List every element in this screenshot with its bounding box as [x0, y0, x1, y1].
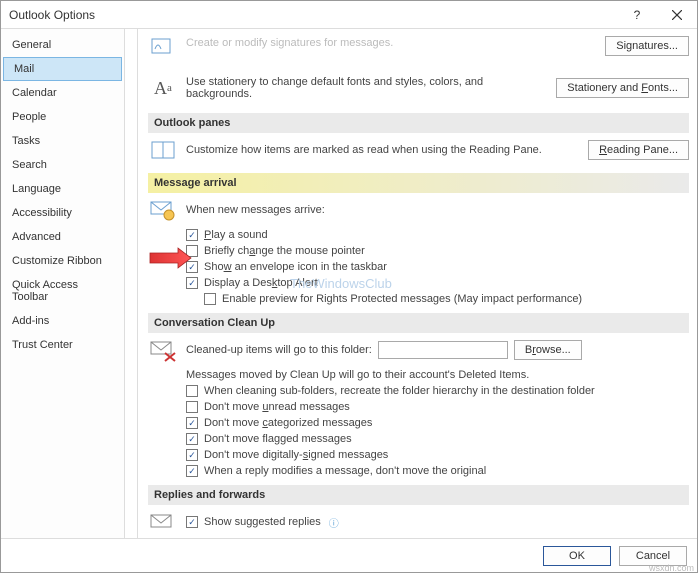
ok-button[interactable]: OK	[543, 546, 611, 566]
signatures-text: Create or modify signatures for messages…	[186, 37, 597, 49]
label-flagged: Don't move flagged messages	[204, 433, 352, 445]
watermark-corner: wsxdn.com	[649, 563, 694, 573]
checkbox-reply-modifies[interactable]	[186, 465, 198, 477]
message-arrival-header: Message arrival	[148, 173, 689, 193]
sidebar-item-general[interactable]: General	[1, 33, 124, 57]
label-suggested-replies: Show suggested replies	[204, 516, 321, 528]
checkbox-recreate-hierarchy[interactable]	[186, 385, 198, 397]
label-desktop-alert: Display a Desktop Alert	[204, 277, 318, 289]
conversation-cleanup-header: Conversation Clean Up	[148, 313, 689, 333]
reading-pane-icon	[148, 137, 178, 163]
sidebar-item-customize-ribbon[interactable]: Customize Ribbon	[1, 249, 124, 273]
titlebar: Outlook Options ?	[1, 1, 697, 29]
cleanup-note: Messages moved by Clean Up will go to th…	[148, 367, 689, 383]
reply-icon	[148, 509, 178, 535]
sidebar-item-language[interactable]: Language	[1, 177, 124, 201]
content-pane: Create or modify signatures for messages…	[125, 29, 697, 538]
label-play-sound: Play a sound	[204, 229, 268, 241]
sidebar-item-advanced[interactable]: Advanced	[1, 225, 124, 249]
label-envelope-taskbar: Show an envelope icon in the taskbar	[204, 261, 387, 273]
sidebar-item-trust-center[interactable]: Trust Center	[1, 333, 124, 357]
signatures-button[interactable]: Signatures...	[605, 36, 689, 56]
checkbox-flagged[interactable]	[186, 433, 198, 445]
cleanup-lead: Cleaned-up items will go to this folder:	[186, 344, 372, 356]
cleanup-folder-input[interactable]	[378, 341, 508, 359]
info-icon[interactable]: ⓘ	[329, 515, 339, 530]
help-button[interactable]: ?	[617, 1, 657, 29]
label-categorized: Don't move categorized messages	[204, 417, 372, 429]
checkbox-desktop-alert[interactable]	[186, 277, 198, 289]
sidebar: General Mail Calendar People Tasks Searc…	[1, 29, 125, 538]
checkbox-mouse-pointer[interactable]	[186, 245, 198, 257]
label-reply-modifies: When a reply modifies a message, don't m…	[204, 465, 486, 477]
checkbox-suggested-replies[interactable]	[186, 516, 198, 528]
sidebar-item-add-ins[interactable]: Add-ins	[1, 309, 124, 333]
sidebar-item-quick-access-toolbar[interactable]: Quick Access Toolbar	[1, 273, 124, 309]
checkbox-signed[interactable]	[186, 449, 198, 461]
checkbox-play-sound[interactable]	[186, 229, 198, 241]
cleanup-icon	[148, 337, 178, 363]
browse-button[interactable]: Browse...	[514, 340, 582, 360]
sidebar-item-search[interactable]: Search	[1, 153, 124, 177]
signature-icon	[148, 33, 178, 59]
dialog-footer: OK Cancel	[1, 538, 697, 572]
stationery-fonts-button[interactable]: Stationery and Fonts...	[556, 78, 689, 98]
label-unread: Don't move unread messages	[204, 401, 350, 413]
reading-pane-button[interactable]: Reading Pane...	[588, 140, 689, 160]
outlook-panes-header: Outlook panes	[148, 113, 689, 133]
sidebar-item-people[interactable]: People	[1, 105, 124, 129]
sidebar-item-accessibility[interactable]: Accessibility	[1, 201, 124, 225]
sidebar-item-mail[interactable]: Mail	[3, 57, 122, 81]
checkbox-unread[interactable]	[186, 401, 198, 413]
close-button[interactable]	[657, 1, 697, 29]
checkbox-categorized[interactable]	[186, 417, 198, 429]
stationery-text: Use stationery to change default fonts a…	[186, 76, 548, 100]
replies-forwards-header: Replies and forwards	[148, 485, 689, 505]
checkbox-envelope-taskbar[interactable]	[186, 261, 198, 273]
label-mouse-pointer: Briefly change the mouse pointer	[204, 245, 365, 257]
window-title: Outlook Options	[9, 8, 95, 22]
arrival-lead: When new messages arrive:	[186, 204, 689, 216]
label-recreate-hierarchy: When cleaning sub-folders, recreate the …	[204, 385, 595, 397]
fonts-icon: Aa	[148, 75, 178, 101]
label-rights-preview: Enable preview for Rights Protected mess…	[222, 293, 582, 305]
label-signed: Don't move digitally-signed messages	[204, 449, 388, 461]
envelope-bell-icon	[148, 197, 178, 223]
sidebar-item-calendar[interactable]: Calendar	[1, 81, 124, 105]
checkbox-rights-preview[interactable]	[204, 293, 216, 305]
sidebar-item-tasks[interactable]: Tasks	[1, 129, 124, 153]
reading-pane-text: Customize how items are marked as read w…	[186, 144, 580, 156]
